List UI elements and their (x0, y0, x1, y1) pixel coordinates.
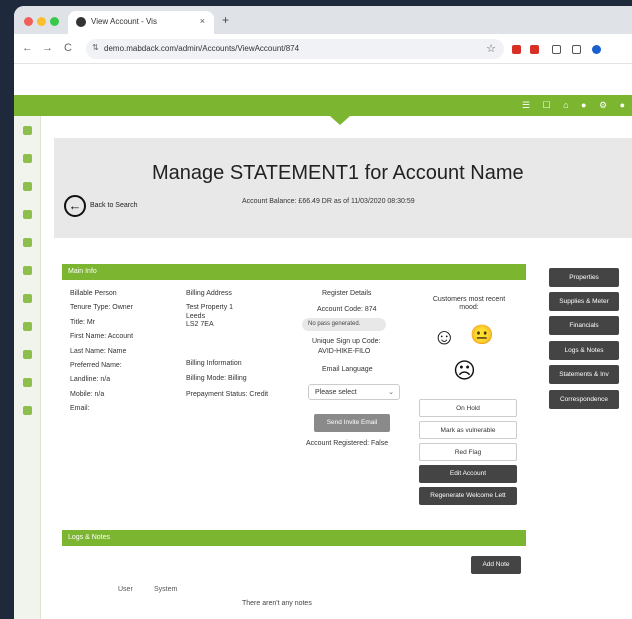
back-label[interactable]: Back to Search (90, 202, 137, 209)
left-sidebar (14, 116, 41, 619)
close-window-button[interactable] (24, 17, 33, 26)
reload-icon[interactable]: C (64, 42, 72, 54)
bookmark-star-icon[interactable]: ☆ (486, 42, 496, 55)
new-tab-button[interactable]: + (222, 13, 229, 27)
back-arrow-icon[interactable]: ← (64, 195, 86, 217)
top-nav-bar: ☰ ☐ ⌂ ● ⚙ ● (14, 95, 632, 125)
nav-logs-notes-button[interactable]: Logs & Notes (549, 341, 619, 360)
tab-user[interactable]: User (118, 586, 133, 593)
profile-avatar-icon[interactable] (592, 45, 601, 54)
signup-code: AVID-HIKE-FILO (318, 348, 371, 355)
billing-address-label: Billing Address (186, 290, 232, 297)
register-details-label: Register Details (322, 290, 372, 297)
logs-notes-heading: Logs & Notes (68, 534, 111, 541)
billing-address: Billing Address Test Property 1 Leeds LS… (186, 290, 233, 330)
billing-mode: Billing Mode: Billing (186, 375, 247, 383)
site-info-icon[interactable]: ⇅ (92, 43, 99, 52)
favicon-icon (76, 17, 86, 27)
detail-line: Last Name: Name (70, 347, 127, 355)
chevron-down-icon: ⌄ (388, 389, 394, 396)
sidebar-icon[interactable] (23, 182, 32, 191)
detail-line: Title: Mr (70, 318, 96, 326)
back-nav-icon[interactable]: ← (22, 42, 33, 54)
minimize-window-button[interactable] (37, 17, 46, 26)
sidebar-panel-icon[interactable] (572, 45, 581, 54)
mark-vulnerable-button[interactable]: Mark as vulnerable (419, 421, 517, 439)
detail-line: First Name: Account (70, 333, 134, 341)
extension-icon[interactable] (530, 45, 539, 54)
account-code: Account Code: 874 (317, 306, 377, 313)
passcode-pill: No pass generated. (302, 318, 386, 331)
sidebar-icon[interactable] (23, 266, 32, 275)
neutral-face-icon[interactable]: 😐 (470, 326, 494, 345)
page-title: Manage STATEMENT1 for Account Name (152, 162, 524, 184)
sidebar-icon[interactable] (23, 378, 32, 387)
extension-icon[interactable] (512, 45, 521, 54)
extensions-puzzle-icon[interactable] (552, 45, 561, 54)
add-note-button[interactable]: Add Note (471, 556, 521, 574)
tab-close-icon[interactable]: × (200, 16, 205, 26)
nav-correspondence-button[interactable]: Correspondence (549, 390, 619, 409)
on-hold-button[interactable]: On Hold (419, 399, 517, 417)
tab-title: View Account - Vis (91, 17, 157, 26)
account-registered: Account Registered: False (306, 440, 389, 447)
address-line: LS2 7EA (186, 321, 214, 329)
url-text: demo.mabdack.com/admin/Accounts/ViewAcco… (104, 44, 300, 53)
send-invite-email-button[interactable]: Send Invite Email (314, 414, 390, 432)
address-line: Leeds (186, 312, 206, 320)
browser-toolbar: ← → C ⇅ demo.mabdack.com/admin/Accounts/… (14, 34, 632, 64)
nav-financials-button[interactable]: Financials (549, 316, 619, 335)
email-language-label: Email Language (322, 366, 373, 373)
email-language-select[interactable]: Please select ⌄ (308, 384, 400, 400)
billing-information: Billing Information Billing Mode: Billin… (186, 360, 268, 399)
tab-bar: View Account - Vis × + (14, 6, 632, 34)
sidebar-icon[interactable] (23, 322, 32, 331)
mood-label-text: Customers most recent mood: (432, 296, 506, 312)
personal-details: Billable Person Tenure Type: Owner Title… (70, 290, 133, 420)
happy-face-icon[interactable]: ☺ (433, 326, 455, 348)
browser-tab[interactable]: View Account - Vis × (68, 11, 214, 34)
passcode-text: No pass generated. (308, 321, 361, 327)
forward-nav-icon[interactable]: → (42, 42, 53, 54)
main-info-header: Main Info (62, 264, 526, 280)
detail-line: Billable Person (70, 290, 117, 297)
sidebar-icon[interactable] (23, 210, 32, 219)
address-bar[interactable]: ⇅ demo.mabdack.com/admin/Accounts/ViewAc… (86, 39, 504, 59)
sad-face-icon[interactable]: ☹ (453, 360, 476, 382)
logs-notes-header: Logs & Notes (62, 530, 526, 546)
main-info-heading: Main Info (68, 268, 97, 275)
signup-label: Unique Sign up Code: (312, 338, 381, 345)
page-header: Manage STATEMENT1 for Account Name ← Bac… (54, 138, 632, 238)
nav-statements-button[interactable]: Statements & Inv (549, 365, 619, 384)
sidebar-icon[interactable] (23, 238, 32, 247)
detail-line: Landline: n/a (70, 376, 111, 384)
select-value: Please select (315, 389, 357, 396)
nav-supplies-meters-button[interactable]: Supplies & Meter (549, 292, 619, 311)
nav-properties-button[interactable]: Properties (549, 268, 619, 287)
sidebar-icon[interactable] (23, 154, 32, 163)
edit-account-button[interactable]: Edit Account (419, 465, 517, 483)
regenerate-welcome-letter-button[interactable]: Regenerate Welcome Lett (419, 487, 517, 505)
detail-line: Preferred Name: (70, 361, 122, 369)
sidebar-icon[interactable] (23, 406, 32, 415)
red-flag-button[interactable]: Red Flag (419, 443, 517, 461)
address-line: Test Property 1 (186, 304, 234, 312)
sidebar-icon[interactable] (23, 350, 32, 359)
detail-line: Email: (70, 405, 90, 413)
prepayment-status: Prepayment Status: Credit (186, 390, 269, 398)
tab-system[interactable]: System (154, 586, 177, 593)
top-nav-icons[interactable]: ☰ ☐ ⌂ ● ⚙ ● (522, 100, 630, 111)
mood-label: Customers most recent mood: (424, 296, 514, 313)
billing-info-label: Billing Information (186, 360, 242, 367)
detail-line: Mobile: n/a (70, 390, 105, 398)
account-balance: Account Balance: £66.49 DR as of 11/03/2… (242, 198, 415, 205)
maximize-window-button[interactable] (50, 17, 59, 26)
detail-line: Tenure Type: Owner (70, 304, 133, 312)
no-notes-message: There aren't any notes (242, 600, 312, 607)
nav-notch (330, 116, 350, 125)
sidebar-icon[interactable] (23, 294, 32, 303)
sidebar-icon[interactable] (23, 126, 32, 135)
